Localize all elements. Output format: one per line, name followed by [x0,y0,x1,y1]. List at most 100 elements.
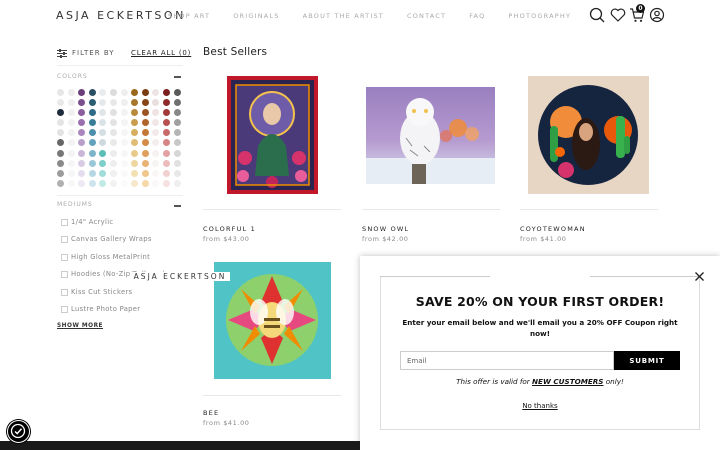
color-swatch[interactable] [109,129,117,137]
checkbox[interactable] [61,218,68,226]
color-swatch[interactable] [120,139,128,147]
color-swatch[interactable] [152,149,160,157]
color-swatch[interactable] [162,89,170,96]
product-card[interactable]: COYOTEWOMAN from $41.00 [520,76,658,246]
search-icon[interactable] [589,7,605,23]
color-swatch[interactable] [78,89,86,96]
color-swatch[interactable] [109,169,117,177]
color-swatch[interactable] [162,139,170,147]
color-swatch[interactable] [152,169,160,177]
color-swatch[interactable] [173,109,181,117]
color-swatch[interactable] [152,179,160,187]
account-icon[interactable] [649,7,665,23]
color-swatch[interactable] [67,109,75,117]
nav-contact[interactable]: CONTACT [407,12,446,20]
color-swatch[interactable] [67,139,75,147]
color-swatch[interactable] [88,119,96,127]
color-swatch[interactable] [99,149,107,157]
color-swatch[interactable] [78,159,86,167]
close-icon[interactable] [694,271,705,282]
color-swatch[interactable] [120,89,128,96]
color-swatch[interactable] [141,169,149,177]
color-swatch[interactable] [152,159,160,167]
checkbox[interactable] [61,235,68,243]
color-swatch[interactable] [78,149,86,157]
color-swatch[interactable] [141,139,149,147]
color-swatch[interactable] [88,149,96,157]
color-swatch[interactable] [152,129,160,137]
color-swatch[interactable] [57,159,64,167]
color-swatch[interactable] [88,159,96,167]
color-swatch[interactable] [131,179,139,187]
nav-originals[interactable]: ORIGINALS [233,12,279,20]
color-swatch[interactable] [152,99,160,107]
color-swatch[interactable] [109,179,117,187]
color-swatch[interactable] [120,119,128,127]
color-swatch[interactable] [131,89,139,96]
color-swatch[interactable] [131,99,139,107]
color-swatch[interactable] [109,139,117,147]
medium-filter-metalprint[interactable]: High Gloss MetalPrint [61,252,150,262]
color-swatch[interactable] [141,129,149,137]
color-swatch[interactable] [109,149,117,157]
color-swatch[interactable] [131,109,139,117]
color-swatch[interactable] [173,139,181,147]
heart-icon[interactable] [610,7,626,23]
product-card[interactable]: SNOW OWL from $42.00 [362,76,500,246]
color-swatch[interactable] [78,109,86,117]
color-swatch[interactable] [120,129,128,137]
checkbox[interactable] [61,253,68,261]
color-swatch[interactable] [141,179,149,187]
product-name[interactable]: COLORFUL 1 [203,225,256,233]
color-swatch[interactable] [88,169,96,177]
color-swatch[interactable] [88,109,96,117]
product-name[interactable]: SNOW OWL [362,225,409,233]
color-swatch[interactable] [152,119,160,127]
color-swatch[interactable] [162,169,170,177]
checkbox[interactable] [61,305,68,313]
color-swatch[interactable] [120,179,128,187]
color-swatch[interactable] [67,99,75,107]
colors-collapse-icon[interactable] [174,76,181,78]
color-swatch[interactable] [109,109,117,117]
color-swatch[interactable] [173,149,181,157]
color-swatch[interactable] [67,149,75,157]
email-field[interactable] [400,351,614,370]
color-swatch[interactable] [88,129,96,137]
color-swatch[interactable] [99,179,107,187]
product-card[interactable]: COLORFUL 1 from $43.00 [203,76,341,246]
product-name[interactable]: BEE [203,409,219,417]
color-swatch[interactable] [120,99,128,107]
nav-shop-art[interactable]: SHOP ART [168,12,210,20]
color-swatch[interactable] [99,159,107,167]
color-swatch[interactable] [99,99,107,107]
color-swatch[interactable] [162,109,170,117]
color-swatch[interactable] [131,129,139,137]
color-swatch[interactable] [173,99,181,107]
nav-about-the-artist[interactable]: ABOUT THE ARTIST [303,12,384,20]
medium-filter-stickers[interactable]: Kiss Cut Stickers [61,287,132,297]
color-swatch[interactable] [173,89,181,96]
color-swatch[interactable] [120,169,128,177]
color-swatch[interactable] [152,89,160,96]
color-swatch[interactable] [99,109,107,117]
medium-filter-canvas[interactable]: Canvas Gallery Wraps [61,234,152,244]
color-swatch[interactable] [57,89,64,96]
product-card[interactable]: BEE from $41.00 [203,262,341,432]
color-swatch[interactable] [57,179,64,187]
color-swatch[interactable] [57,169,64,177]
color-swatch[interactable] [109,159,117,167]
color-swatch[interactable] [99,119,107,127]
color-swatch[interactable] [57,99,64,107]
color-swatch[interactable] [67,119,75,127]
color-swatch[interactable] [141,119,149,127]
accessibility-button[interactable] [7,420,30,443]
color-swatch[interactable] [57,119,64,127]
color-swatch[interactable] [162,179,170,187]
no-thanks-link[interactable]: No thanks [360,402,720,410]
nav-faq[interactable]: FAQ [469,12,485,20]
medium-filter-lustre[interactable]: Lustre Photo Paper [61,304,140,314]
color-swatch[interactable] [162,149,170,157]
color-swatch[interactable] [88,139,96,147]
color-swatch[interactable] [162,99,170,107]
